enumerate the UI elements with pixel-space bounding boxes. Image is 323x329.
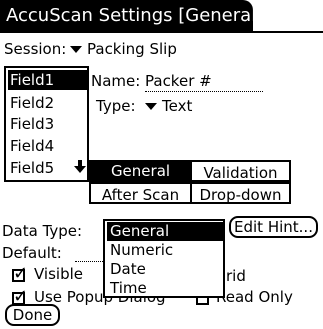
- default-field[interactable]: [75, 261, 103, 262]
- session-label: Session:: [4, 40, 67, 58]
- tab-drop-down[interactable]: Drop-down: [190, 182, 291, 204]
- name-value: Packer #: [145, 72, 212, 90]
- type-picker[interactable]: Text: [139, 97, 192, 115]
- window-title: AccuScan Settings [General]: [0, 0, 263, 32]
- tab-validation[interactable]: Validation: [190, 160, 291, 182]
- checkmark-icon: ✓: [13, 263, 29, 284]
- data-type-label: Data Type:: [2, 222, 83, 240]
- default-label: Default:: [2, 244, 62, 262]
- session-dropdown-icon: [70, 45, 82, 53]
- type-dropdown-icon: [145, 102, 157, 110]
- field-item-2[interactable]: Field2: [8, 93, 68, 113]
- app-screen: AccuScan Settings [General] Session: Pac…: [0, 0, 323, 329]
- field-item-1[interactable]: Field1: [8, 70, 87, 90]
- field-item-3[interactable]: Field3: [8, 114, 68, 134]
- session-picker[interactable]: Packing Slip: [64, 40, 177, 58]
- read-only-label: Read Only: [216, 288, 293, 306]
- popup-option-general[interactable]: General: [107, 222, 223, 241]
- session-value: Packing Slip: [87, 40, 177, 58]
- type-value: Text: [162, 97, 193, 115]
- name-label: Name:: [91, 72, 141, 90]
- data-type-popup[interactable]: General Numeric Date Time: [103, 219, 225, 298]
- edit-hint-button[interactable]: Edit Hint...: [229, 216, 318, 238]
- visible-label: Visible: [34, 265, 83, 283]
- popup-option-date[interactable]: Date: [107, 260, 223, 279]
- title-divider: [0, 31, 323, 33]
- field-item-5[interactable]: Field5: [8, 158, 68, 178]
- scroll-down-arrow-icon[interactable]: [74, 160, 86, 174]
- name-field[interactable]: Packer #: [145, 72, 263, 92]
- grid-label-partial: rid: [226, 267, 246, 285]
- type-label: Type:: [96, 97, 136, 115]
- tab-after-scan[interactable]: After Scan: [89, 182, 192, 204]
- tab-general[interactable]: General: [89, 160, 192, 182]
- popup-option-time[interactable]: Time: [107, 279, 223, 298]
- field-list[interactable]: Field1 Field2 Field3 Field4 Field5: [4, 66, 89, 182]
- popup-option-numeric[interactable]: Numeric: [107, 241, 223, 260]
- visible-checkbox[interactable]: ✓: [12, 265, 28, 283]
- done-button[interactable]: Done: [5, 304, 60, 326]
- field-item-4[interactable]: Field4: [8, 136, 68, 156]
